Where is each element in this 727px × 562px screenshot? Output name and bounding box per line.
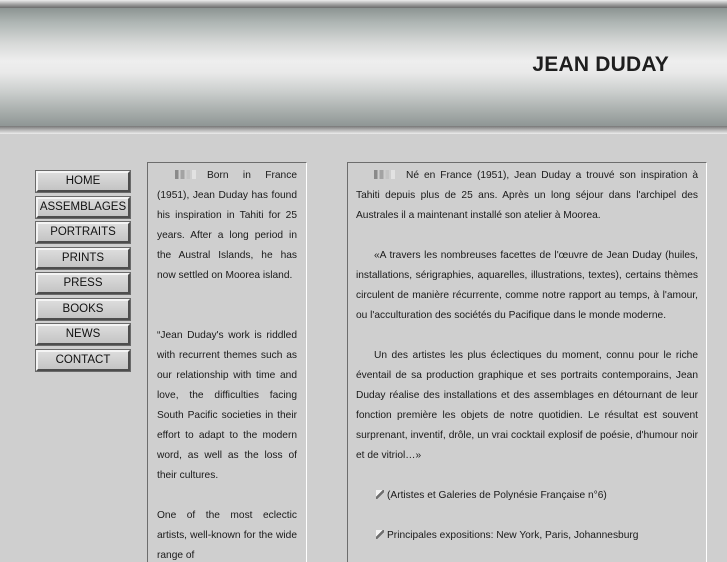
quill-icon (376, 490, 384, 499)
site-title: JEAN DUDAY (532, 53, 669, 76)
quill-icon (376, 530, 384, 539)
english-paragraph-1: Born in France (1951), Jean Duday has fo… (157, 170, 297, 281)
french-source-line: (Artistes et Galeries de Polynésie Franç… (356, 486, 698, 506)
nav-books-button[interactable]: BOOKS (35, 297, 131, 321)
nav-contact-button[interactable]: CONTACT (35, 348, 131, 372)
nav-prints-button[interactable]: PRINTS (35, 246, 131, 270)
banner-divider (0, 126, 727, 134)
english-paragraph-2: “Jean Duday's work is riddled with recur… (157, 330, 297, 481)
top-stripe (0, 0, 727, 8)
bars-icon (175, 170, 201, 179)
nav-portraits-button[interactable]: PORTRAITS (35, 221, 131, 244)
french-paragraph-2: «A travers les nombreuses facettes de l'… (356, 250, 698, 321)
nav-press-button[interactable]: PRESS (35, 272, 131, 295)
french-bio-panel: Né en France (1951), Jean Duday a trouvé… (347, 162, 707, 562)
french-paragraph-3: Un des artistes les plus éclectiques du … (356, 350, 698, 461)
english-paragraph-3: One of the most eclectic artists, well-k… (157, 510, 297, 561)
french-expositions-line: Principales expositions: New York, Paris… (356, 526, 698, 546)
nav-home-button[interactable]: HOME (35, 170, 131, 193)
bars-icon (374, 170, 400, 179)
english-bio-panel: Born in France (1951), Jean Duday has fo… (147, 162, 307, 562)
nav-news-button[interactable]: NEWS (35, 323, 131, 346)
nav-assemblages-button[interactable]: ASSEMBLAGES (35, 195, 131, 219)
header-banner: JEAN DUDAY (0, 8, 727, 126)
main-nav: HOME ASSEMBLAGES PORTRAITS PRINTS PRESS … (35, 170, 131, 375)
french-paragraph-1: Né en France (1951), Jean Duday a trouvé… (356, 170, 698, 221)
